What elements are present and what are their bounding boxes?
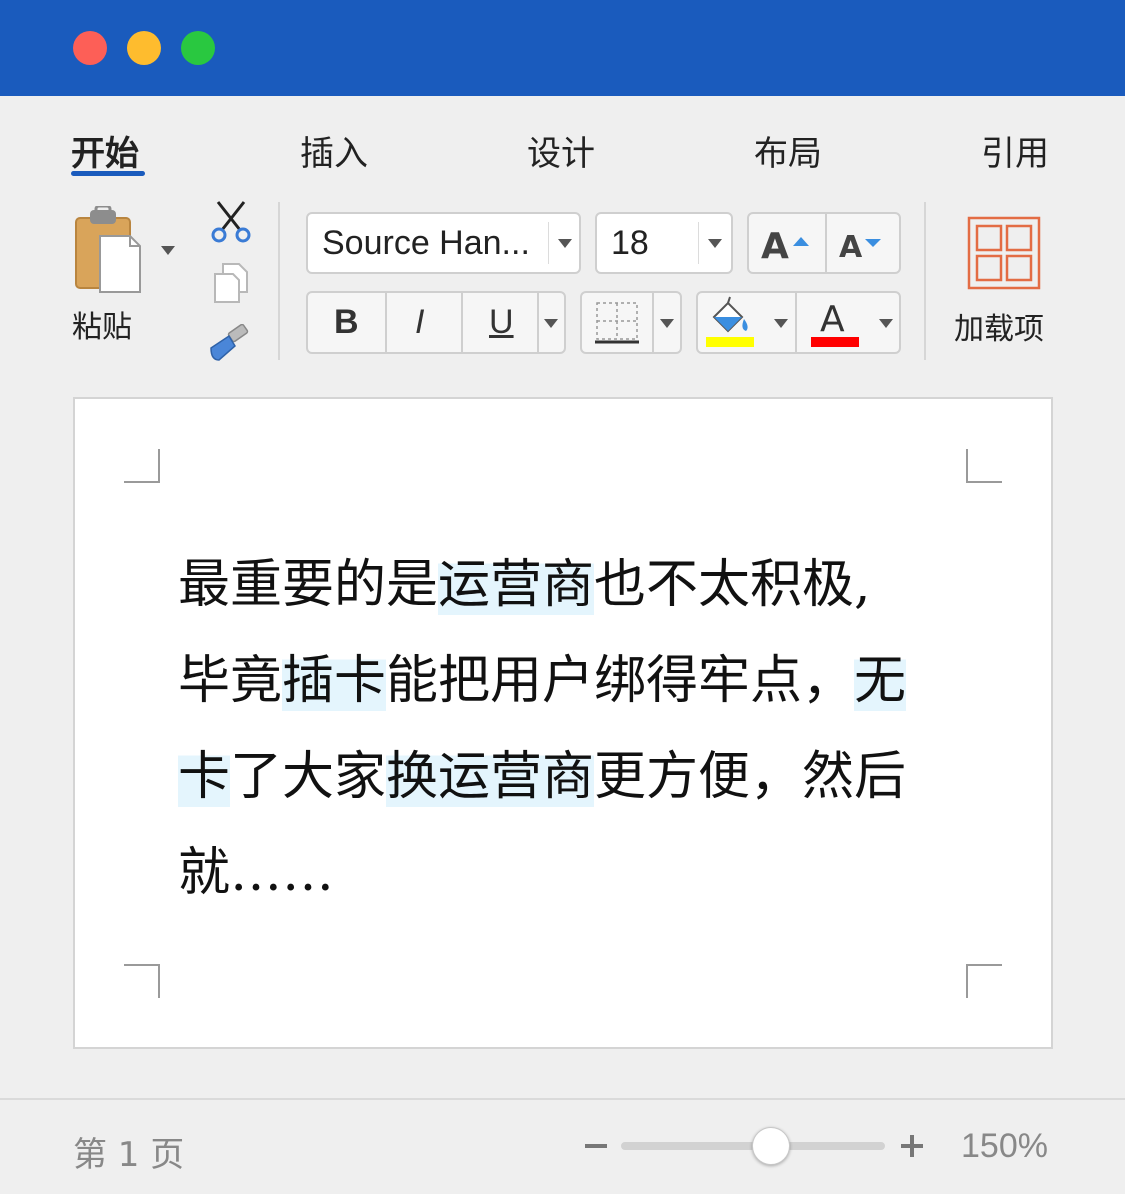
decrease-font-size-button[interactable]: A [827,214,901,272]
italic-button[interactable]: I [387,293,461,352]
svg-text:A: A [820,299,845,340]
document-line[interactable]: 卡了大家换运营商更方便，然后 [178,729,938,825]
active-tab-indicator [71,171,145,176]
svg-text:A: A [761,226,789,264]
zoom-slider-thumb[interactable] [752,1127,790,1165]
zoom-window-button[interactable] [181,31,215,65]
addins-label: 加载项 [954,312,1044,347]
document-text[interactable]: 最重要的是 [178,555,438,615]
highlight-color-button[interactable] [698,293,795,352]
copy-icon[interactable] [211,262,251,304]
borders-options-caret[interactable] [660,319,674,328]
color-group: A [696,291,901,354]
font-size-value: 18 [611,224,649,262]
tab-home[interactable]: 开始 [71,126,139,175]
clipboard-icon [75,206,141,293]
document-line[interactable]: 就…… [178,825,938,921]
font-color-options-caret[interactable] [879,319,893,328]
page-number: 第 1 页 [73,1135,185,1175]
minimize-window-button[interactable] [127,31,161,65]
text-style-group: B I U [306,291,566,354]
document-line[interactable]: 毕竟插卡能把用户绑得牢点，无 [178,633,938,729]
ribbon-separator [278,202,280,360]
font-family-caret[interactable] [558,239,572,248]
font-family-value: Source Han... [322,224,530,262]
tab-layout[interactable]: 布局 [754,126,822,175]
highlight-options-caret[interactable] [774,319,788,328]
bold-button[interactable]: B [308,293,385,352]
document-body[interactable]: 最重要的是运营商也不太积极, 毕竟插卡能把用户绑得牢点，无 卡了大家换运营商更方便，… [178,537,938,921]
document-text[interactable]: 毕竟 [178,651,282,711]
bold-label: B [334,303,359,341]
document-text[interactable]: 就…… [178,843,334,903]
highlighted-text[interactable]: 换运营商 [386,747,595,807]
underline-button[interactable]: U [463,293,539,352]
tab-insert[interactable]: 插入 [300,126,368,175]
addins-icon [967,216,1041,290]
document-text[interactable]: 也不太积极, [594,555,871,615]
paste-button[interactable]: 粘贴 [70,202,185,345]
crop-mark [966,964,1002,998]
combo-divider [698,222,699,264]
crop-mark [124,964,160,998]
addins-button[interactable]: 加载项 [950,214,1060,347]
grow-font-icon: A [761,226,809,264]
zoom-out-button[interactable] [585,1144,607,1148]
document-page[interactable]: 最重要的是运营商也不太积极, 毕竟插卡能把用户绑得牢点，无 卡了大家换运营商更方便，… [73,397,1053,1049]
highlighted-text[interactable]: 插卡 [282,651,387,711]
paste-label: 粘贴 [72,310,132,345]
borders-icon [595,302,639,344]
font-size-adjust-group: A A [747,212,901,274]
tab-design[interactable]: 设计 [527,126,595,175]
title-bar [0,0,1125,96]
paste-options-caret[interactable] [161,246,175,255]
combo-divider [548,222,549,264]
borders-button[interactable] [580,291,682,354]
cut-icon[interactable] [210,200,252,244]
font-family-select[interactable]: Source Han... [306,212,581,274]
zoom-in-button-vertical[interactable] [910,1135,914,1157]
crop-mark [124,449,160,483]
underline-label: U [489,303,514,341]
document-line[interactable]: 最重要的是运营商也不太积极, [178,537,938,633]
document-text[interactable]: 更方便，然后 [594,747,906,807]
highlighted-text[interactable]: 无 [854,651,907,711]
italic-label: I [415,303,425,341]
button-divider [652,293,654,352]
underline-options-caret[interactable] [544,319,558,328]
ribbon-separator [924,202,926,360]
svg-text:A: A [839,230,863,264]
highlighted-text[interactable]: 卡 [178,747,231,807]
shrink-font-icon: A [839,230,881,264]
increase-font-size-button[interactable]: A [749,214,825,272]
format-painter-icon[interactable] [207,324,253,364]
document-text[interactable]: 了大家 [230,747,386,807]
font-color-button[interactable]: A [797,293,901,352]
paint-bucket-icon [706,296,754,347]
button-divider [537,293,539,352]
tab-references[interactable]: 引用 [981,126,1049,175]
crop-mark [966,449,1002,483]
zoom-level: 150% [961,1127,1048,1165]
document-text[interactable]: 能把用户绑得牢点， [386,651,854,711]
highlighted-text[interactable]: 运营商 [438,555,595,615]
close-window-button[interactable] [73,31,107,65]
font-size-caret[interactable] [708,239,722,248]
font-size-select[interactable]: 18 [595,212,733,274]
font-color-icon: A [811,299,859,347]
